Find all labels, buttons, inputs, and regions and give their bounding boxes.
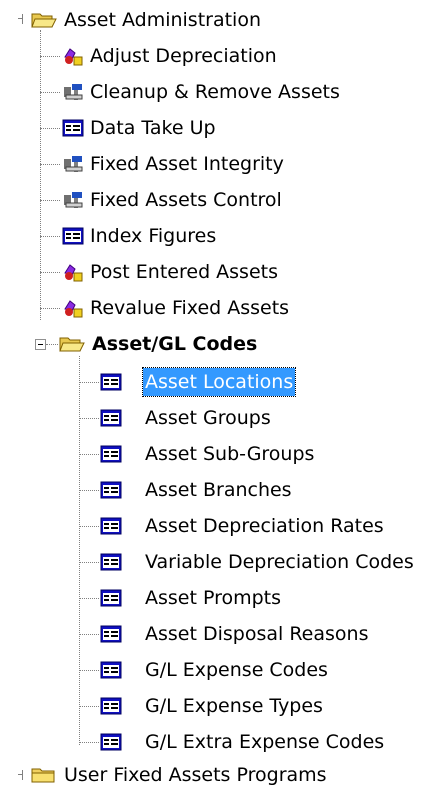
tree-connector-line bbox=[79, 670, 99, 671]
tree-item-label: Fixed Asset Integrity bbox=[90, 153, 284, 175]
tree-node-asset-gl-codes[interactable]: Asset/GL Codes bbox=[0, 326, 445, 362]
tree-node-label: Asset/GL Codes bbox=[92, 333, 258, 355]
tree-connector-line bbox=[40, 200, 60, 201]
folder-open-icon bbox=[59, 337, 85, 352]
tree-connector-line bbox=[79, 706, 99, 707]
tree-branch-connector bbox=[18, 770, 23, 780]
tree-item-label: Adjust Depreciation bbox=[90, 45, 277, 67]
tree-node-label: User Fixed Assets Programs bbox=[64, 764, 327, 786]
tree-item-fixed-assets-control[interactable]: Fixed Assets Control bbox=[0, 182, 445, 218]
form-icon bbox=[100, 697, 122, 715]
utility-icon bbox=[64, 48, 83, 66]
tree-item-gl-extra-expense-codes[interactable]: G/L Extra Expense Codes bbox=[0, 724, 445, 760]
tree-item-label: Asset Disposal Reasons bbox=[145, 623, 369, 645]
form-icon bbox=[100, 661, 122, 679]
tree-item-label: Asset Locations bbox=[141, 367, 297, 397]
tree-connector-line bbox=[40, 56, 60, 57]
tree-item-label: Revalue Fixed Assets bbox=[90, 297, 290, 319]
tree-item-index-figures[interactable]: Index Figures bbox=[0, 218, 445, 254]
tree-item-label: Cleanup & Remove Assets bbox=[90, 81, 340, 103]
utility-icon bbox=[64, 264, 83, 282]
tree-connector-line bbox=[79, 418, 99, 419]
form-icon bbox=[100, 481, 122, 499]
tree-connector-line bbox=[79, 598, 99, 599]
form-icon bbox=[100, 373, 122, 391]
form-icon bbox=[100, 733, 122, 751]
tree-connector-line bbox=[40, 128, 60, 129]
form-icon bbox=[100, 517, 122, 535]
utility-icon bbox=[64, 300, 83, 318]
tree-item-label: Asset Groups bbox=[145, 407, 271, 429]
tree-item-asset-sub-groups[interactable]: Asset Sub-Groups bbox=[0, 436, 445, 472]
collapse-toggle[interactable] bbox=[35, 339, 46, 350]
tree-item-post-entered-assets[interactable]: Post Entered Assets bbox=[0, 254, 445, 290]
tree-item-label: G/L Extra Expense Codes bbox=[145, 731, 385, 753]
folder-closed-icon bbox=[31, 768, 55, 783]
tree-item-asset-branches[interactable]: Asset Branches bbox=[0, 472, 445, 508]
tree-item-asset-depreciation-rates[interactable]: Asset Depreciation Rates bbox=[0, 508, 445, 544]
tree-item-asset-disposal-reasons[interactable]: Asset Disposal Reasons bbox=[0, 616, 445, 652]
tree-item-asset-groups[interactable]: Asset Groups bbox=[0, 400, 445, 436]
tree-item-asset-prompts[interactable]: Asset Prompts bbox=[0, 580, 445, 616]
tree-connector-line bbox=[79, 562, 99, 563]
form-icon bbox=[62, 119, 84, 137]
tree-item-label: Post Entered Assets bbox=[90, 261, 278, 283]
tree-connector-line bbox=[79, 634, 99, 635]
tree-item-label: Index Figures bbox=[90, 225, 217, 247]
tree-connector-line bbox=[40, 272, 60, 273]
tree-item-label: G/L Expense Types bbox=[145, 695, 323, 717]
tree-connector-line bbox=[79, 526, 99, 527]
tree-item-label: Variable Depreciation Codes bbox=[145, 551, 414, 573]
tree-connector-line bbox=[79, 742, 99, 743]
tree-node-asset-administration[interactable]: Asset Administration bbox=[0, 2, 445, 38]
tree-item-cleanup-remove-assets[interactable]: Cleanup & Remove Assets bbox=[0, 74, 445, 110]
form-icon bbox=[100, 589, 122, 607]
tree-item-fixed-asset-integrity[interactable]: Fixed Asset Integrity bbox=[0, 146, 445, 182]
tree-item-label: Asset Prompts bbox=[145, 587, 282, 609]
form-icon bbox=[100, 445, 122, 463]
form-icon bbox=[62, 227, 84, 245]
tree-item-label: Asset Branches bbox=[145, 479, 292, 501]
tree-item-label: Asset Depreciation Rates bbox=[145, 515, 384, 537]
tree-connector-line bbox=[79, 454, 99, 455]
tools-icon bbox=[64, 84, 83, 100]
tree-connector-line bbox=[40, 308, 60, 309]
form-icon bbox=[100, 625, 122, 643]
tree-item-adjust-depreciation[interactable]: Adjust Depreciation bbox=[0, 38, 445, 74]
tree-item-label: G/L Expense Codes bbox=[145, 659, 328, 681]
tree-connector-line bbox=[40, 92, 60, 93]
form-icon bbox=[100, 409, 122, 427]
tree-connector-line bbox=[46, 344, 58, 345]
tree-node-label: Asset Administration bbox=[64, 9, 262, 31]
tree-view[interactable]: Asset Administration Adjust Depreciation… bbox=[0, 0, 445, 793]
tree-item-label: Fixed Assets Control bbox=[90, 189, 282, 211]
folder-open-icon bbox=[31, 13, 57, 28]
tree-item-data-take-up[interactable]: Data Take Up bbox=[0, 110, 445, 146]
tree-connector-line bbox=[79, 490, 99, 491]
tree-item-asset-locations[interactable]: Asset Locations bbox=[0, 364, 445, 400]
tree-item-gl-expense-codes[interactable]: G/L Expense Codes bbox=[0, 652, 445, 688]
tree-connector-line bbox=[79, 382, 99, 383]
tree-connector-line bbox=[40, 164, 60, 165]
form-icon bbox=[100, 553, 122, 571]
tree-item-revalue-fixed-assets[interactable]: Revalue Fixed Assets bbox=[0, 290, 445, 326]
tree-item-label: Asset Sub-Groups bbox=[145, 443, 315, 465]
tree-item-label: Data Take Up bbox=[90, 117, 216, 139]
tree-connector-line bbox=[40, 236, 60, 237]
tools-icon bbox=[64, 192, 83, 208]
tools-icon bbox=[64, 156, 83, 172]
tree-branch-connector bbox=[18, 14, 23, 24]
tree-node-user-fixed-assets-programs[interactable]: User Fixed Assets Programs bbox=[0, 757, 445, 793]
tree-item-gl-expense-types[interactable]: G/L Expense Types bbox=[0, 688, 445, 724]
tree-item-variable-depreciation-codes[interactable]: Variable Depreciation Codes bbox=[0, 544, 445, 580]
